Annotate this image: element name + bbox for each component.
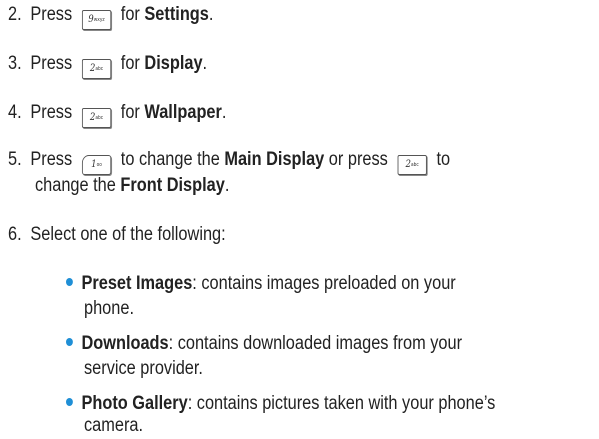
bullet-icon bbox=[66, 278, 73, 286]
option-preset-images: Preset Images: contains images preloaded… bbox=[66, 271, 456, 297]
step-5: 5. Press 1oo to change the Main Display o… bbox=[8, 147, 450, 175]
step-5-continuation: change the Front Display. bbox=[35, 175, 230, 196]
step-text: Press bbox=[30, 53, 73, 74]
key-2-icon: 2abc bbox=[81, 108, 112, 128]
option-continuation: camera. bbox=[84, 415, 144, 436]
option-continuation: phone. bbox=[84, 298, 134, 319]
menu-name-front-display: Front Display bbox=[120, 175, 225, 196]
bullet-icon bbox=[66, 398, 73, 406]
step-text: Select one of the following: bbox=[30, 224, 226, 245]
step-text: for bbox=[120, 53, 140, 74]
step-number: 2. bbox=[8, 4, 22, 25]
bullet-icon bbox=[66, 338, 73, 346]
key-9-icon: 9wxyz bbox=[81, 10, 112, 30]
step-number: 3. bbox=[8, 53, 22, 74]
option-title: Downloads bbox=[81, 333, 169, 354]
option-description: : contains pictures taken with your phon… bbox=[187, 393, 496, 414]
menu-name-wallpaper: Wallpaper bbox=[144, 102, 222, 123]
step-number: 5. bbox=[8, 149, 22, 170]
option-continuation: service provider. bbox=[84, 358, 203, 379]
option-downloads: Downloads: contains downloaded images fr… bbox=[66, 331, 462, 357]
option-title: Photo Gallery bbox=[81, 393, 188, 414]
key-2-icon: 2abc bbox=[81, 59, 112, 79]
option-description: : contains images preloaded on your bbox=[192, 273, 456, 294]
step-text: or press bbox=[328, 149, 388, 170]
step-text: for bbox=[120, 4, 140, 25]
step-number: 6. bbox=[8, 224, 22, 245]
menu-name-display: Display bbox=[144, 53, 203, 74]
option-title: Preset Images bbox=[81, 273, 193, 294]
menu-name-settings: Settings bbox=[144, 4, 209, 25]
step-text: to change the bbox=[120, 149, 220, 170]
step-text: Press bbox=[30, 149, 73, 170]
manual-page: 2. Press 9wxyz for Settings. 3. Press 2abc… bbox=[0, 0, 599, 436]
step-number: 4. bbox=[8, 102, 22, 123]
menu-name-main-display: Main Display bbox=[224, 149, 325, 170]
option-description: : contains downloaded images from your bbox=[168, 333, 463, 354]
step-text: Press bbox=[30, 102, 73, 123]
step-4: 4. Press 2abc for Wallpaper. bbox=[8, 100, 226, 128]
step-6: 6. Select one of the following: bbox=[8, 222, 226, 248]
step-3: 3. Press 2abc for Display. bbox=[8, 51, 207, 79]
step-2: 2. Press 9wxyz for Settings. bbox=[8, 2, 213, 30]
step-text: Press bbox=[30, 4, 73, 25]
step-text: change the bbox=[35, 175, 116, 196]
step-text: to bbox=[436, 149, 451, 170]
key-1-icon: 1oo bbox=[81, 155, 112, 175]
key-2-icon: 2abc bbox=[397, 155, 427, 175]
step-text: for bbox=[120, 102, 140, 123]
